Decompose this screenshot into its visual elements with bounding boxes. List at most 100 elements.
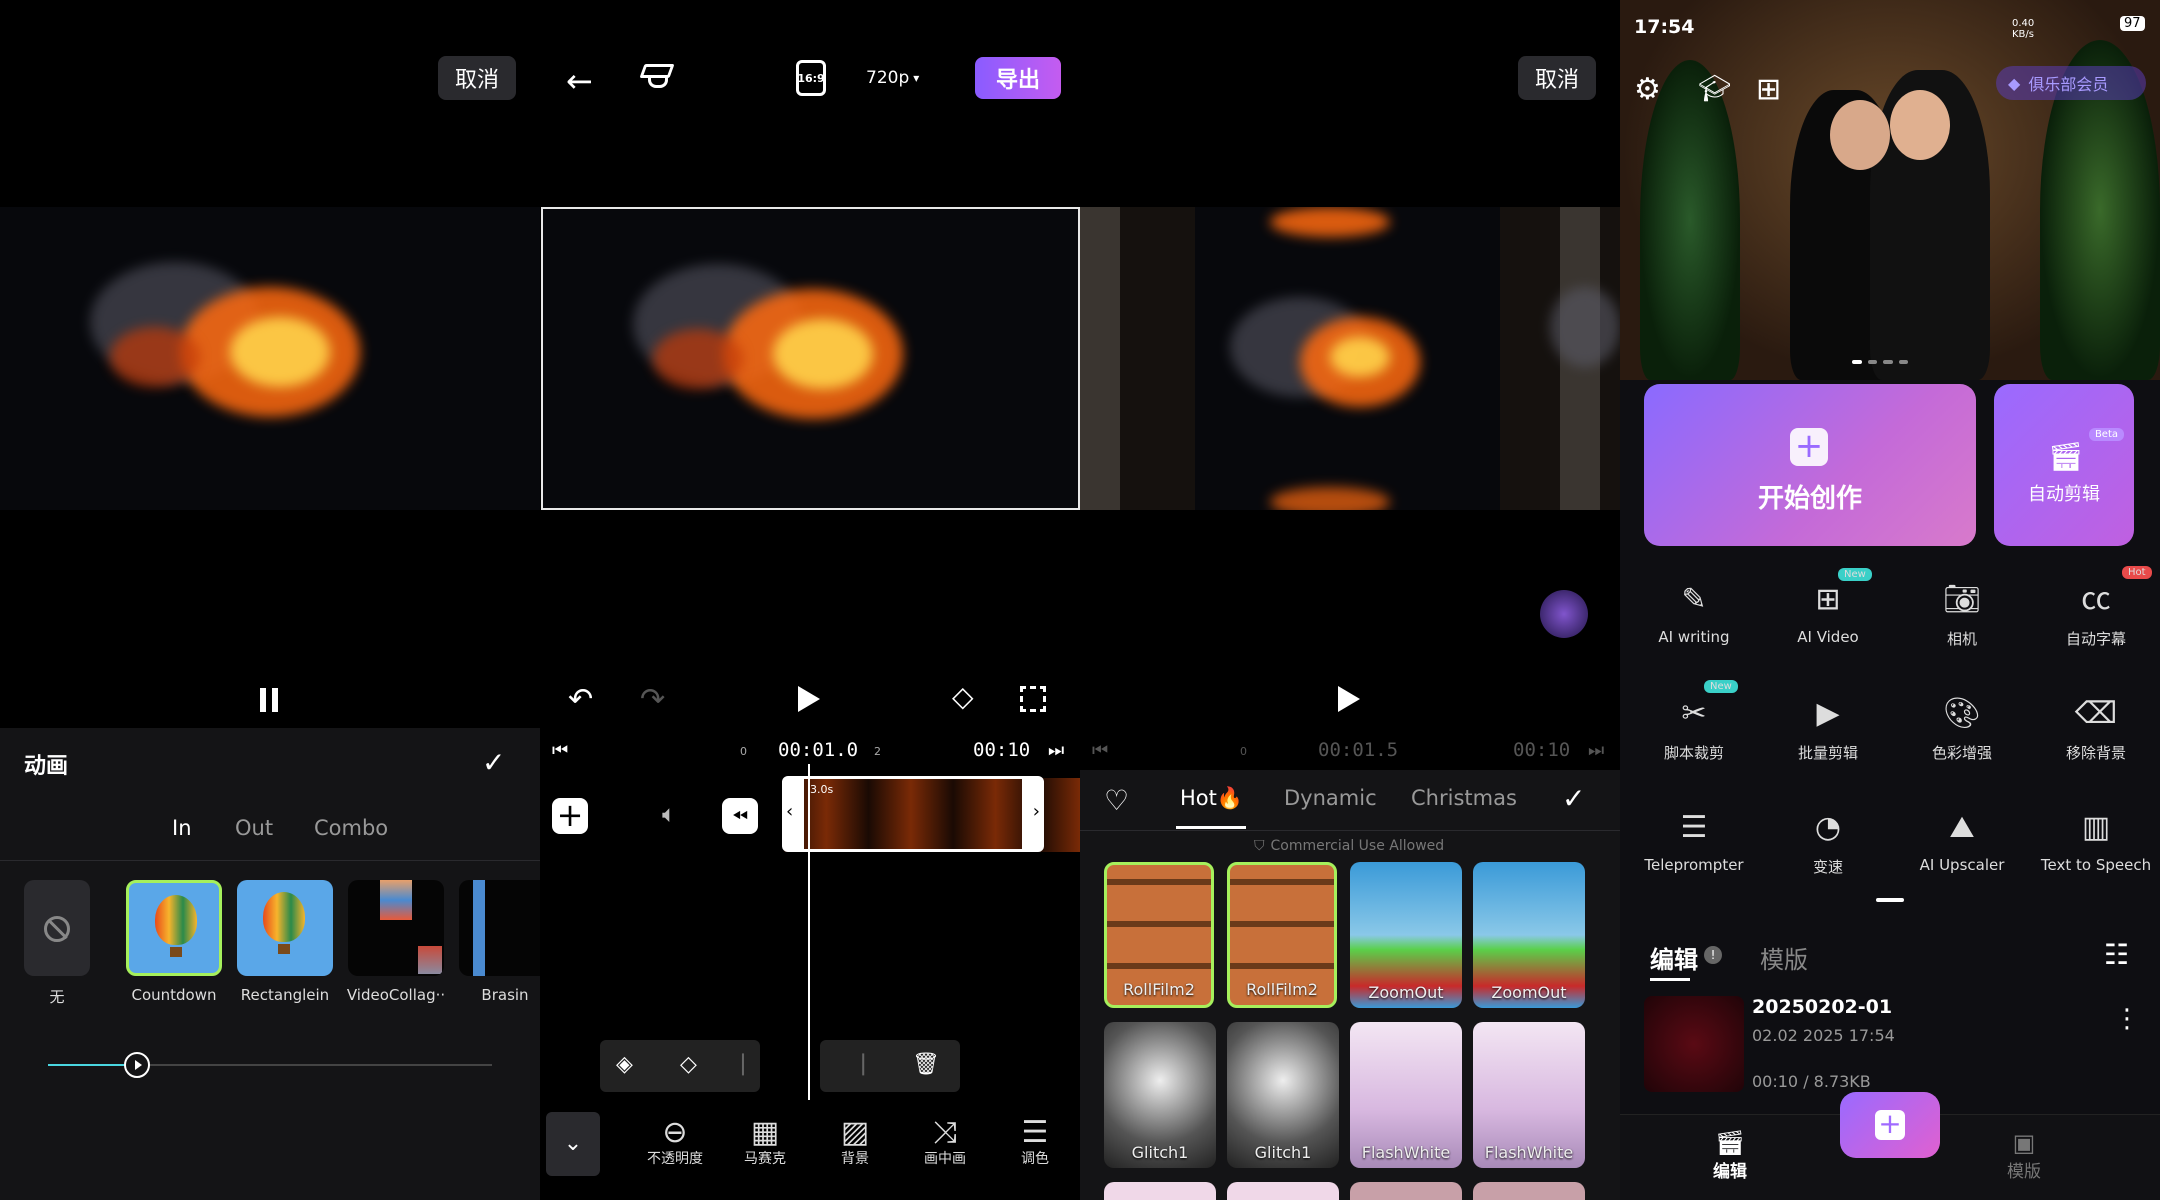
pause-icon[interactable] bbox=[257, 688, 283, 714]
skip-end-icon[interactable]: ⏭ bbox=[1588, 740, 1604, 761]
effect-thumb[interactable] bbox=[1350, 1182, 1462, 1200]
tool-script-trim[interactable]: New ✂ 脚本裁剪 bbox=[1634, 680, 1754, 763]
tab-template[interactable]: 模版 bbox=[1760, 940, 1808, 975]
back-arrow-icon[interactable]: ← bbox=[566, 62, 593, 100]
preset-rectanglein[interactable] bbox=[237, 880, 333, 976]
clip-toolbar-right: ⎹ 🗑︎ bbox=[820, 1040, 960, 1092]
info-icon[interactable]: ! bbox=[1704, 946, 1722, 964]
fullscreen-icon[interactable] bbox=[1020, 686, 1046, 712]
tab-in[interactable]: In bbox=[172, 816, 192, 840]
tutorial-cap-icon[interactable] bbox=[639, 60, 676, 92]
play-icon[interactable] bbox=[1338, 686, 1360, 712]
fab-add-button[interactable]: + bbox=[1840, 1092, 1940, 1158]
auto-edit-button[interactable]: Beta 🎬︎ 自动剪辑 bbox=[1994, 384, 2134, 546]
effect-rollfilm2[interactable]: RollFilm2 bbox=[1104, 862, 1214, 1008]
tool-mosaic[interactable]: ▦ 马赛克 bbox=[725, 1118, 805, 1168]
tab-edit[interactable]: 编辑 bbox=[1650, 940, 1698, 975]
tool-auto-caption[interactable]: Hot ㏄自动字幕 bbox=[2036, 566, 2156, 649]
tab-hot[interactable]: Hot🔥 bbox=[1180, 786, 1243, 811]
tool-batch-edit[interactable]: ▶ 批量剪辑 bbox=[1768, 692, 1888, 763]
skip-end-icon[interactable]: ⏭ bbox=[1048, 740, 1064, 761]
tool-ai-upscaler[interactable]: ⛰ AI Upscaler bbox=[1902, 806, 2022, 875]
tool-pip[interactable]: ⤨ 画中画 bbox=[905, 1118, 985, 1168]
effect-glitch1[interactable]: Glitch1 bbox=[1104, 1022, 1216, 1168]
playhead[interactable] bbox=[808, 764, 810, 1100]
tutorial-cap-icon[interactable]: 🎓︎ bbox=[1698, 74, 1731, 104]
preset-videocollage[interactable] bbox=[348, 880, 444, 976]
effect-thumb[interactable] bbox=[1473, 1182, 1585, 1200]
cancel-button[interactable]: 取消 bbox=[438, 56, 516, 100]
nav-template[interactable]: ▣ 模版 bbox=[1974, 1129, 2074, 1182]
tool-speed[interactable]: ◔ 变速 bbox=[1768, 806, 1888, 877]
nav-edit[interactable]: 🎬︎ 编辑 bbox=[1680, 1129, 1780, 1182]
collapse-chevron-icon[interactable]: ⌄ bbox=[546, 1112, 600, 1176]
camera-icon: 📷︎ bbox=[1942, 582, 1982, 617]
tool-teleprompter[interactable]: ☰ Teleprompter bbox=[1634, 806, 1754, 875]
effect-zoomout[interactable]: ZoomOut bbox=[1350, 862, 1462, 1008]
tool-ai-video[interactable]: New ⊞ AI Video bbox=[1768, 568, 1888, 646]
start-create-button[interactable]: + 开始创作 bbox=[1644, 384, 1976, 546]
skip-start-icon[interactable]: ⏮ bbox=[552, 740, 568, 761]
trim-left-icon[interactable]: ‹ bbox=[786, 801, 793, 822]
tab-dynamic[interactable]: Dynamic bbox=[1284, 786, 1377, 810]
list-view-icon[interactable]: ☷ bbox=[2104, 938, 2129, 971]
eraser-icon: ⌫ bbox=[2074, 696, 2118, 731]
tab-out[interactable]: Out bbox=[235, 816, 273, 840]
delete-icon[interactable]: 🗑︎ bbox=[912, 1052, 940, 1077]
total-time: 00:10 bbox=[973, 739, 1031, 761]
skip-start-icon[interactable]: ⏮ bbox=[1092, 740, 1108, 761]
tool-remove-bg[interactable]: ⌫ 移除背景 bbox=[2036, 692, 2156, 763]
add-clip-button[interactable]: + bbox=[552, 798, 588, 834]
preset-none[interactable] bbox=[24, 880, 90, 976]
confirm-check-icon[interactable]: ✓ bbox=[1562, 782, 1585, 815]
effect-glitch1[interactable]: Glitch1 bbox=[1227, 1022, 1339, 1168]
tool-tts[interactable]: ▥ Text to Speech bbox=[2036, 806, 2156, 875]
reverse-icon[interactable]: ⏪︎ bbox=[722, 798, 758, 834]
mute-icon[interactable]: 🔈︎ bbox=[662, 800, 676, 828]
redo-icon[interactable]: ↷ bbox=[640, 682, 665, 717]
duration-slider[interactable] bbox=[48, 1052, 492, 1078]
trim-right-icon[interactable]: › bbox=[1033, 801, 1040, 822]
video-canvas[interactable] bbox=[541, 207, 1080, 510]
slider-handle[interactable] bbox=[124, 1052, 150, 1078]
ratio-button[interactable]: 16:9 bbox=[796, 60, 826, 96]
effect-thumb[interactable] bbox=[1227, 1182, 1339, 1200]
effect-zoomout[interactable]: ZoomOut bbox=[1473, 862, 1585, 1008]
ai-assistant-icon[interactable] bbox=[1540, 590, 1588, 638]
effect-thumb[interactable] bbox=[1104, 1182, 1216, 1200]
settings-gear-icon[interactable]: ⚙ bbox=[1634, 72, 1661, 107]
keyframe-icon[interactable]: ◇ bbox=[680, 1052, 697, 1077]
tool-color-enhance[interactable]: 🎨︎ 色彩增强 bbox=[1902, 692, 2022, 763]
grid-apps-icon[interactable]: ⊞ bbox=[1756, 72, 1781, 107]
project-thumbnail[interactable] bbox=[1644, 996, 1744, 1092]
effect-rollfilm2[interactable]: RollFilm2 bbox=[1227, 862, 1337, 1008]
more-options-icon[interactable]: ⋮ bbox=[2114, 1004, 2140, 1034]
preset-brasin[interactable] bbox=[459, 880, 540, 976]
cancel-button[interactable]: 取消 bbox=[1518, 56, 1596, 100]
split-right-icon[interactable]: ⎹ bbox=[842, 1052, 864, 1077]
tool-ai-writing[interactable]: ✎ AI writing bbox=[1634, 578, 1754, 647]
resolution-dropdown[interactable]: 720p ▾ bbox=[866, 60, 919, 96]
tool-background[interactable]: ▨ 背景 bbox=[815, 1118, 895, 1168]
status-time: 17:54 bbox=[1634, 16, 1695, 38]
preset-countdown[interactable] bbox=[126, 880, 222, 976]
favorite-heart-icon[interactable]: ♡ bbox=[1104, 784, 1129, 817]
export-button[interactable]: 导出 bbox=[975, 57, 1061, 99]
confirm-check-icon[interactable]: ✓ bbox=[482, 746, 505, 779]
effect-flashwhite[interactable]: FlashWhite bbox=[1473, 1022, 1585, 1168]
effect-flashwhite[interactable]: FlashWhite bbox=[1350, 1022, 1462, 1168]
tab-combo[interactable]: Combo bbox=[314, 816, 388, 840]
tool-opacity[interactable]: ⊖ 不透明度 bbox=[635, 1118, 715, 1168]
undo-icon[interactable]: ↶ bbox=[568, 682, 593, 717]
selected-clip[interactable]: ‹ › 3.0s bbox=[782, 776, 1044, 852]
split-icon[interactable]: ⎸ bbox=[742, 1052, 764, 1077]
tool-camera[interactable]: 📷︎ 相机 bbox=[1902, 578, 2022, 649]
tab-christmas[interactable]: Christmas bbox=[1411, 786, 1517, 810]
keyframe-add-icon[interactable]: ◇ bbox=[952, 680, 974, 713]
club-member-button[interactable]: ◆ 俱乐部会员 bbox=[1996, 66, 2146, 100]
layers-icon[interactable]: ◈ bbox=[616, 1052, 633, 1077]
project-name[interactable]: 20250202-01 bbox=[1752, 996, 1892, 1018]
tool-color[interactable]: ☰ 调色 bbox=[995, 1118, 1075, 1168]
banner[interactable] bbox=[1620, 0, 2160, 380]
play-icon[interactable] bbox=[798, 686, 820, 712]
